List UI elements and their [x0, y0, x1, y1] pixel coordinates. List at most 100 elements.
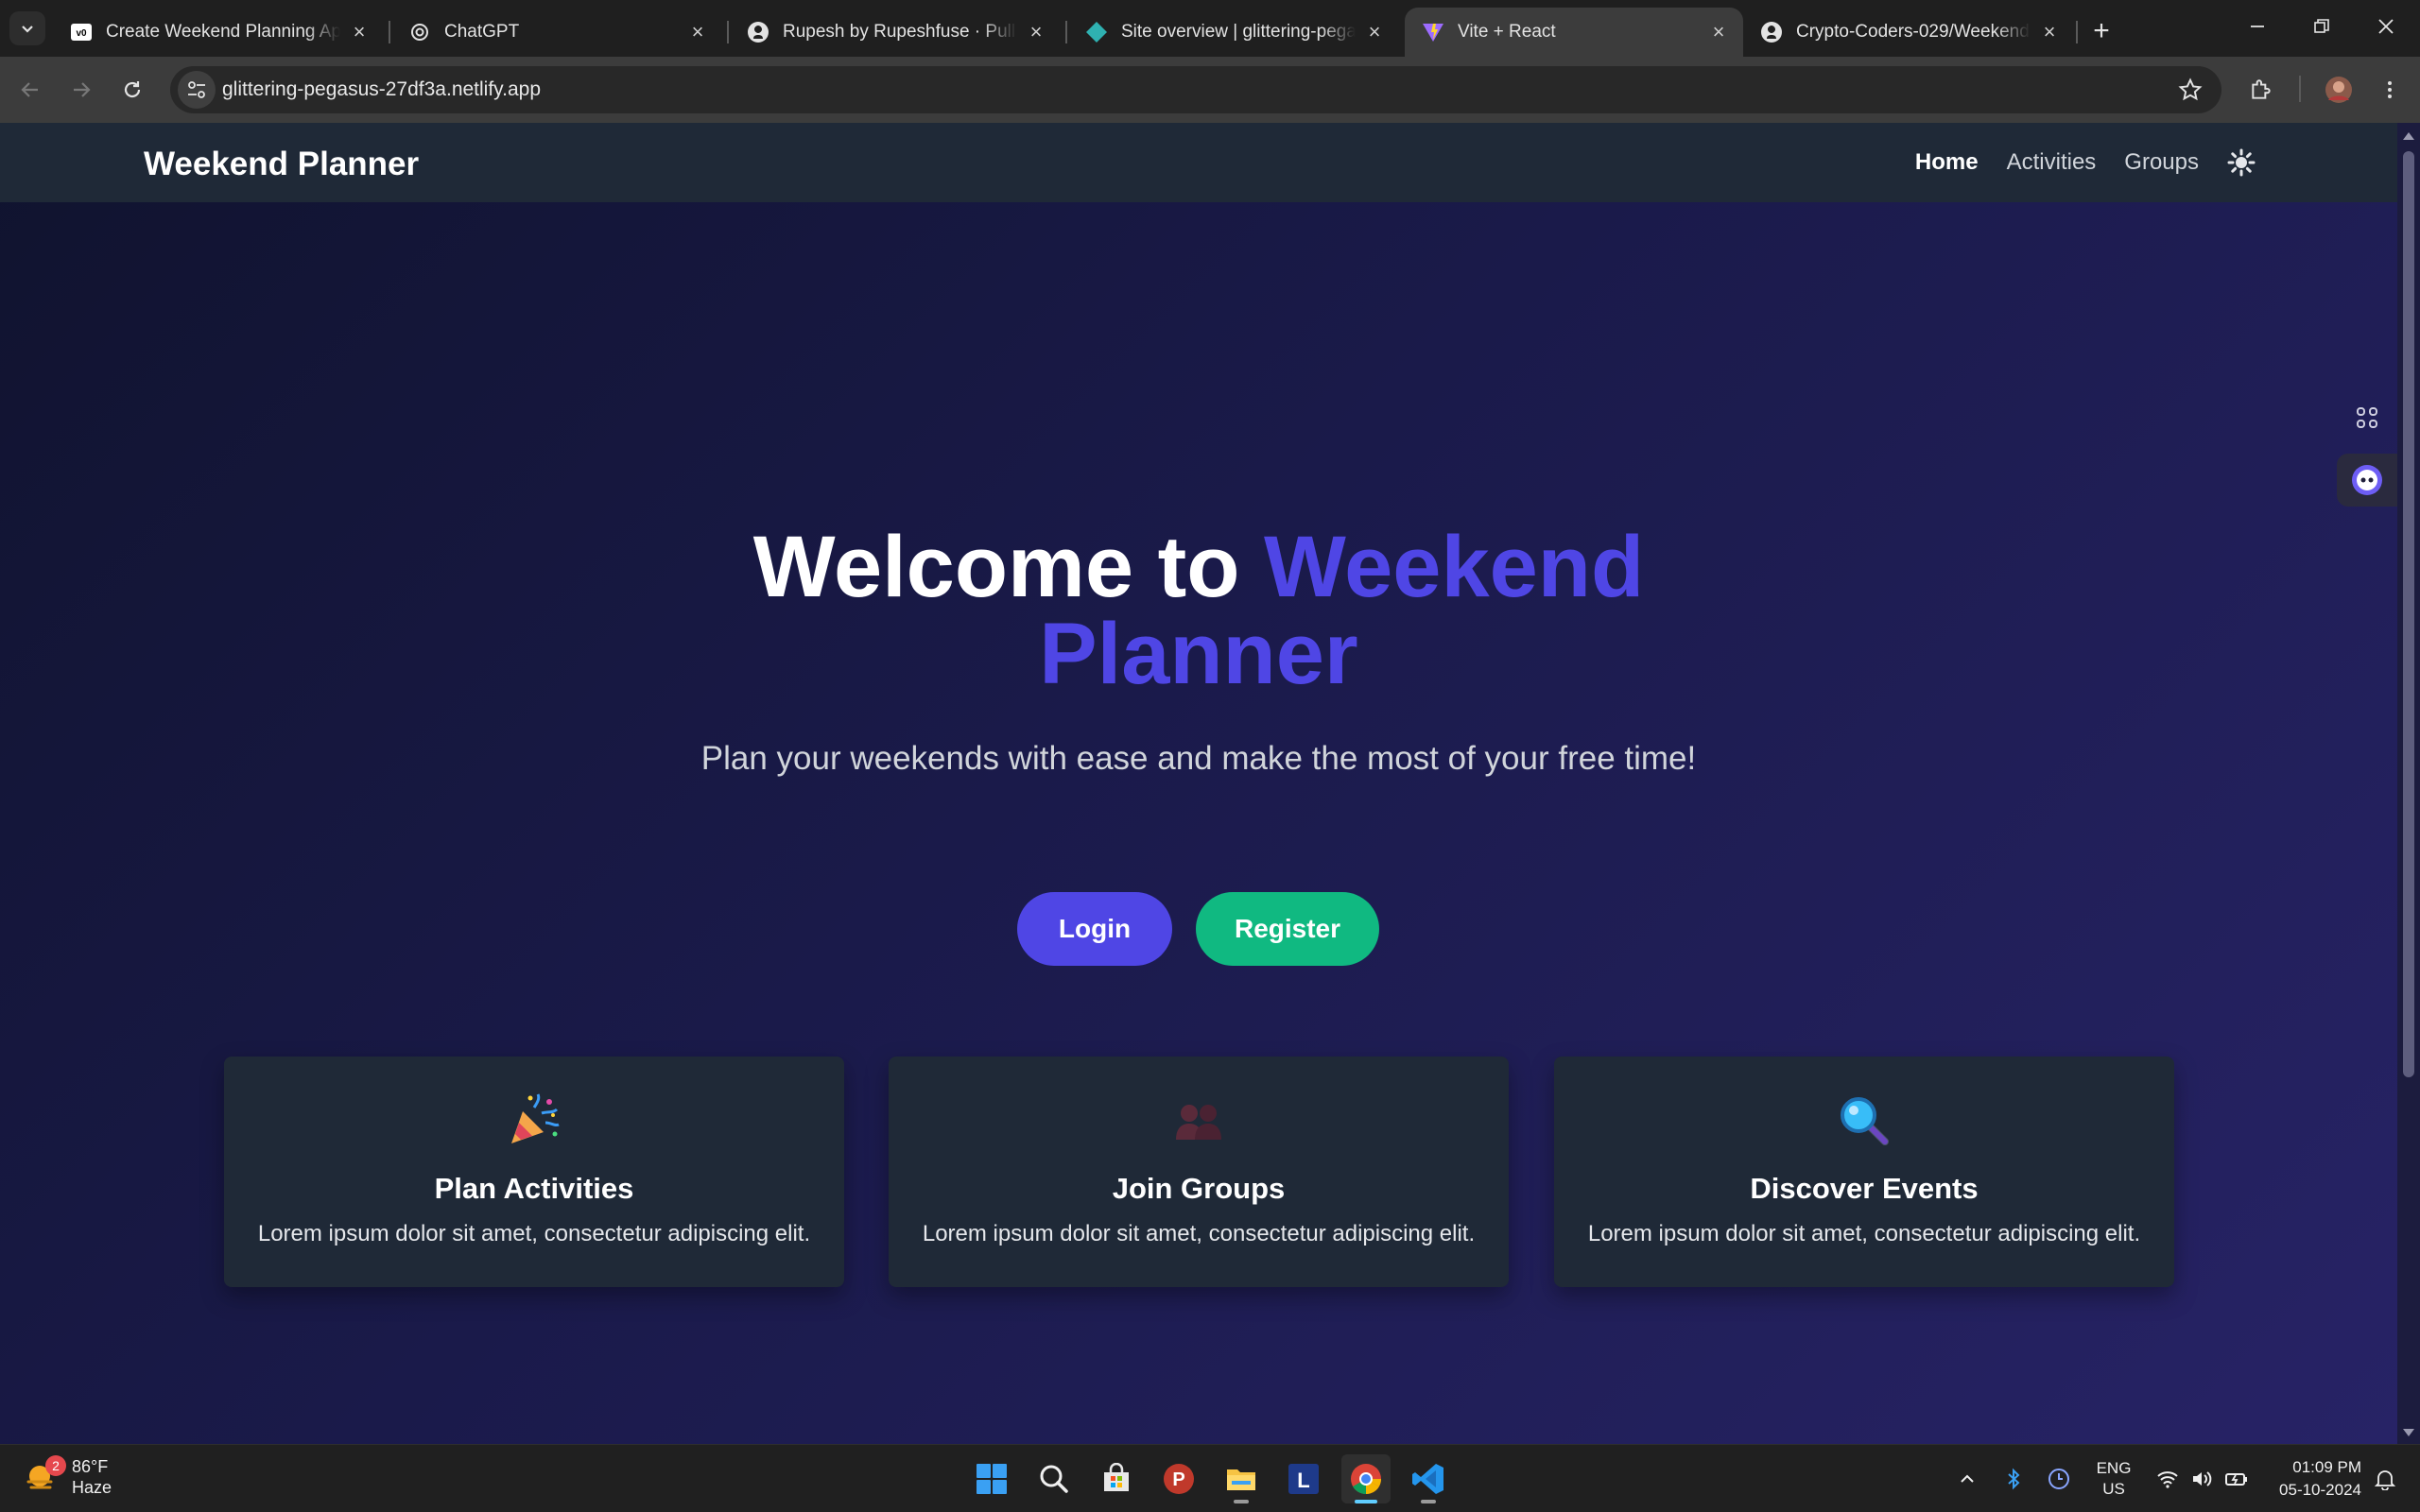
minimize-button[interactable] [2227, 0, 2288, 53]
tab-title: Rupesh by Rupeshfuse · Pull Re [783, 22, 1017, 42]
close-tab-icon[interactable]: × [1363, 20, 1386, 43]
tab-netlify-site-overview[interactable]: Site overview | glittering-pegas × [1068, 8, 1399, 57]
bluetooth-tray-button[interactable] [2000, 1454, 2027, 1503]
tab-github-pull-request[interactable]: Rupesh by Rupeshfuse · Pull Re × [730, 8, 1061, 57]
weather-widget[interactable]: 2 86°F Haze [25, 1455, 112, 1498]
file-explorer-icon [1227, 1469, 1255, 1490]
browser-tab-strip: v0 Create Weekend Planning App × ChatGPT… [0, 0, 2420, 57]
arrow-right-icon [74, 82, 91, 97]
close-tab-icon[interactable]: × [348, 20, 371, 43]
tab-separator [727, 21, 729, 43]
magnifier-icon [1841, 1097, 1889, 1145]
tab-title: ChatGPT [444, 22, 520, 42]
close-tab-icon[interactable]: × [2038, 20, 2061, 43]
feature-card-title: Join Groups [1112, 1172, 1286, 1205]
tab-vite-react[interactable]: Vite + React × [1405, 8, 1743, 57]
clock-app-tray-button[interactable] [2046, 1454, 2072, 1503]
taskbar-file-explorer-button[interactable] [1217, 1454, 1266, 1503]
restore-button[interactable] [2291, 0, 2352, 53]
people-icon [1176, 1105, 1221, 1140]
avatar [2325, 77, 2352, 103]
extensions-button[interactable] [2242, 71, 2280, 109]
weather-condition: Haze [72, 1478, 112, 1497]
nav-links: Home Activities Groups [1915, 123, 2256, 202]
bell-icon [2375, 1470, 2395, 1490]
show-hidden-icons-button[interactable] [1953, 1454, 1981, 1503]
l-app-icon: L [1288, 1464, 1319, 1494]
taskbar-store-button[interactable] [1092, 1454, 1141, 1503]
feature-card-join-groups: Join Groups Lorem ipsum dolor sit amet, … [889, 1057, 1509, 1287]
bookmark-star-icon[interactable] [2178, 77, 2203, 102]
nav-link-groups[interactable]: Groups [2124, 149, 2199, 176]
toolbar-divider [2299, 76, 2301, 102]
taskbar-psiphon-button[interactable]: P [1154, 1454, 1203, 1503]
minimize-icon [2251, 26, 2264, 27]
nav-link-activities[interactable]: Activities [2007, 149, 2097, 176]
tab-create-weekend-planning-app[interactable]: v0 Create Weekend Planning App × [53, 8, 384, 57]
windows-start-icon [977, 1464, 1007, 1494]
tab-separator [2076, 21, 2078, 43]
hero-title: Welcome to Weekend Planner [700, 524, 1698, 697]
microsoft-store-icon [1104, 1463, 1129, 1491]
extension-floating-grid-button[interactable] [2337, 391, 2397, 444]
login-button[interactable]: Login [1017, 892, 1172, 966]
site-info-button[interactable] [178, 71, 216, 109]
nav-link-home[interactable]: Home [1915, 149, 1979, 176]
tab-title: Create Weekend Planning App [106, 22, 340, 42]
feature-card-title: Plan Activities [434, 1172, 634, 1205]
chrome-icon [1351, 1464, 1382, 1494]
windows-taskbar: 2 86°F Haze P L ENG US 01:09 PM 05-10-20… [0, 1444, 2420, 1512]
clock-time: 01:09 PM [2292, 1458, 2361, 1476]
scroll-down-arrow[interactable] [2403, 1429, 2414, 1436]
close-icon [2378, 19, 2394, 34]
taskbar-l-app-button[interactable]: L [1279, 1454, 1328, 1503]
extension-floating-assistant-button[interactable] [2337, 454, 2397, 507]
feature-card-plan-activities: Plan Activities Lorem ipsum dolor sit am… [224, 1057, 844, 1287]
notifications-button[interactable] [2371, 1454, 2399, 1503]
page-scrollbar[interactable] [2397, 123, 2420, 1444]
scrollbar-thumb[interactable] [2403, 151, 2414, 1077]
tab-search-button[interactable] [9, 11, 45, 45]
svg-text:L: L [1297, 1469, 1309, 1492]
quick-settings-button[interactable] [2153, 1454, 2252, 1503]
profile-button[interactable] [2320, 71, 2358, 109]
tab-chatgpt[interactable]: ChatGPT × [391, 8, 722, 57]
puzzle-icon [2252, 79, 2271, 99]
browser-toolbar: glittering-pegasus-27df3a.netlify.app [0, 57, 2420, 123]
address-bar[interactable]: glittering-pegasus-27df3a.netlify.app [170, 66, 2221, 113]
clock-date: 05-10-2024 [2279, 1481, 2361, 1499]
vscode-icon [1412, 1464, 1443, 1494]
hero-subtitle: Plan your weekends with ease and make th… [700, 740, 1697, 777]
taskbar-chrome-button[interactable] [1341, 1454, 1391, 1503]
back-button[interactable] [11, 71, 49, 109]
chatgpt-icon [408, 21, 431, 43]
hero-title-prefix: Welcome to [752, 519, 1264, 615]
url-text[interactable]: glittering-pegasus-27df3a.netlify.app [222, 66, 541, 113]
new-tab-button[interactable]: + [2085, 15, 2118, 47]
reload-button[interactable] [113, 71, 151, 109]
close-window-button[interactable] [2356, 0, 2416, 53]
taskbar-vscode-button[interactable] [1404, 1454, 1453, 1503]
chevron-down-icon [22, 26, 33, 33]
taskbar-search-button[interactable] [1029, 1454, 1079, 1503]
app-navbar: Weekend Planner Home Activities Groups [0, 123, 2397, 202]
scroll-up-arrow[interactable] [2403, 132, 2414, 140]
running-indicator [1421, 1500, 1436, 1503]
language-indicator[interactable]: ENG US [2089, 1454, 2138, 1503]
forward-button[interactable] [62, 71, 100, 109]
theme-toggle-button[interactable] [2227, 148, 2256, 177]
close-tab-icon[interactable]: × [1707, 20, 1730, 43]
tune-icon [188, 81, 205, 98]
close-tab-icon[interactable]: × [1025, 20, 1047, 43]
close-tab-icon[interactable]: × [686, 20, 709, 43]
browser-menu-button[interactable] [2371, 71, 2409, 109]
haze-weather-icon: 2 [25, 1455, 66, 1495]
register-button[interactable]: Register [1196, 892, 1379, 966]
more-vertical-icon [2388, 81, 2392, 98]
taskbar-start-button[interactable] [967, 1454, 1016, 1503]
feature-card-discover-events: Discover Events Lorem ipsum dolor sit am… [1554, 1057, 2174, 1287]
netlify-icon [1085, 21, 1108, 43]
tab-github-repo[interactable]: Crypto-Coders-029/Weekend-P × [1743, 8, 2074, 57]
date-time-button[interactable]: 01:09 PM 05-10-2024 [2263, 1454, 2361, 1503]
brand-logo[interactable]: Weekend Planner [144, 123, 419, 206]
